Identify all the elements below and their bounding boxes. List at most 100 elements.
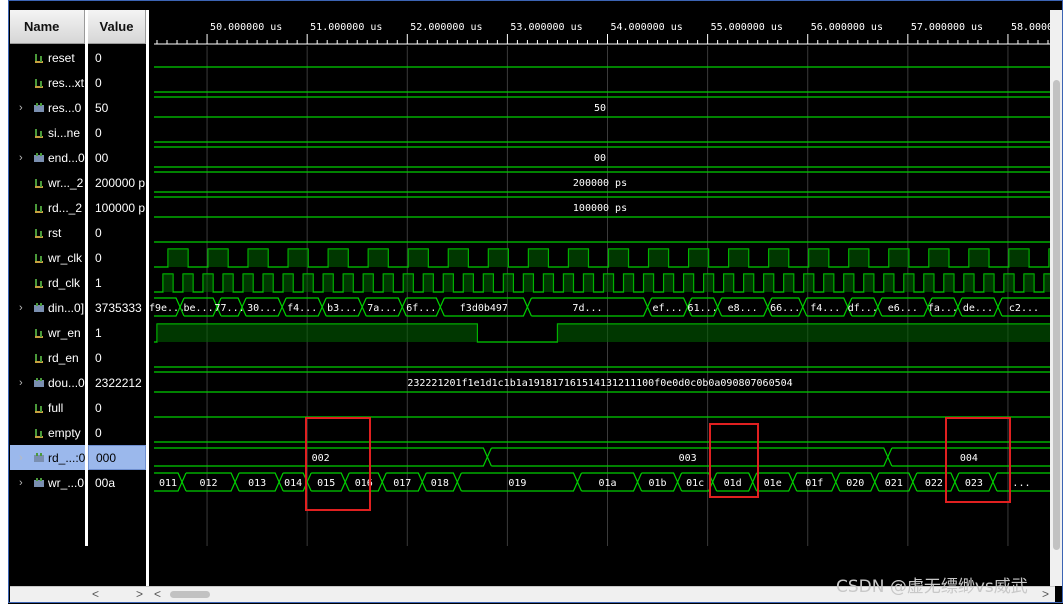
bus-transition — [874, 481, 880, 492]
time-marker-label: 57.000000 us — [911, 22, 983, 33]
clock-high-fill — [403, 274, 414, 292]
bus-transition — [361, 297, 367, 308]
horizontal-scroll-thumb[interactable] — [170, 591, 210, 598]
clock-high-fill — [643, 274, 654, 292]
time-marker-label: 52.000000 us — [410, 22, 482, 33]
clock-high-fill — [568, 249, 589, 267]
bus-transition — [717, 306, 723, 317]
clock-high-fill — [243, 274, 254, 292]
clock-high-fill — [368, 249, 389, 267]
clock-high-fill — [843, 274, 854, 292]
clock-high-fill — [768, 249, 789, 267]
clock-high-fill — [823, 274, 834, 292]
clock-high-fill — [648, 249, 669, 267]
din-value-label: df... — [848, 303, 878, 314]
clock-high-fill — [848, 249, 869, 267]
clock-high-fill — [383, 274, 394, 292]
clock-high-fill — [323, 274, 334, 292]
clock-high-fill — [688, 249, 709, 267]
clock-high-fill — [888, 249, 909, 267]
clock-high-fill — [903, 274, 914, 292]
clock-high-fill — [703, 274, 714, 292]
clock-high-fill — [623, 274, 634, 292]
bus-transition — [439, 306, 445, 317]
bus-transition — [344, 481, 350, 492]
vertical-scrollbar[interactable] — [1050, 10, 1063, 586]
bus-transition — [321, 306, 327, 317]
bus-transition — [576, 472, 583, 483]
bus-transition — [526, 297, 532, 308]
wr-count-label: 013 — [248, 478, 266, 489]
bus-transition — [912, 472, 918, 483]
bus-transition — [321, 297, 327, 308]
rd-count-label: 004 — [960, 453, 978, 464]
bus-transition — [997, 306, 1003, 317]
clock-high-fill — [208, 249, 229, 267]
wr-count-label: 011 — [159, 478, 177, 489]
vertical-scroll-thumb[interactable] — [1053, 80, 1060, 550]
bus-value-label: 50 — [594, 103, 606, 114]
bus-transition — [877, 306, 883, 317]
clock-high-fill — [328, 249, 349, 267]
wr-count-label: 019 — [508, 478, 526, 489]
bus-transition — [954, 481, 960, 492]
din-value-label: f4... — [287, 303, 317, 314]
clock-high-fill — [408, 249, 429, 267]
wave-scroll-right-icon[interactable]: > — [1042, 587, 1049, 601]
bus-transition — [361, 306, 367, 317]
clock-high-fill — [1023, 274, 1034, 292]
bus-transition — [646, 306, 653, 317]
bus-transition — [636, 472, 643, 483]
din-value-label: e8... — [728, 303, 758, 314]
wr-count-label: 023 — [965, 478, 983, 489]
bus-transition — [306, 472, 312, 483]
bus-transition — [887, 447, 893, 458]
clock-high-fill — [563, 274, 574, 292]
clock-high-fill — [288, 249, 309, 267]
bus-transition — [281, 297, 287, 308]
bus-transition — [992, 472, 998, 483]
wr-count-label: 014 — [284, 478, 302, 489]
highlight-box — [305, 417, 371, 511]
bus-transition — [576, 481, 583, 492]
wr-count-label: 012 — [200, 478, 218, 489]
wave-scroll-left-icon[interactable]: < — [154, 587, 161, 601]
scroll-right-icon[interactable]: > — [136, 587, 143, 601]
din-value-label: f9e... — [149, 303, 185, 314]
din-value-label: 7d... — [572, 303, 602, 314]
wr-count-label: 021 — [885, 478, 903, 489]
clock-high-fill — [463, 274, 474, 292]
bus-transition — [526, 306, 532, 317]
bus-transition — [912, 481, 918, 492]
bus-transition — [381, 481, 387, 492]
wr-en-high-fill — [557, 324, 1050, 342]
wr-count-label: 022 — [925, 478, 943, 489]
scroll-left-icon[interactable]: < — [92, 587, 99, 601]
bus-transition — [802, 297, 808, 308]
wr-en-high-fill — [157, 324, 478, 342]
clock-high-fill — [683, 274, 694, 292]
bus-transition — [792, 481, 798, 492]
wr-count-label: 020 — [846, 478, 864, 489]
clock-high-fill — [448, 249, 469, 267]
clock-high-fill — [283, 274, 294, 292]
din-value-label: be... — [183, 303, 213, 314]
din-value-label: e6... — [888, 303, 918, 314]
bus-transition — [456, 472, 462, 483]
clock-high-fill — [943, 274, 954, 292]
bus-transition — [717, 297, 723, 308]
waveform-canvas[interactable]: 50.000000 us 51.000000 us 52.000000 us 53.0… — [0, 0, 1063, 604]
wr-count-label: 01e — [764, 478, 782, 489]
clock-high-fill — [783, 274, 794, 292]
bus-transition — [421, 472, 427, 483]
clock-high-fill — [723, 274, 734, 292]
clock-high-fill — [363, 274, 374, 292]
clock-high-fill — [523, 274, 534, 292]
bus-transition — [835, 472, 841, 483]
clock-high-fill — [443, 274, 454, 292]
wr-count-label: ... — [1012, 478, 1030, 489]
wr-count-label: 018 — [431, 478, 449, 489]
bus-transition — [278, 472, 284, 483]
clock-high-fill — [983, 274, 994, 292]
clock-high-fill — [503, 274, 514, 292]
